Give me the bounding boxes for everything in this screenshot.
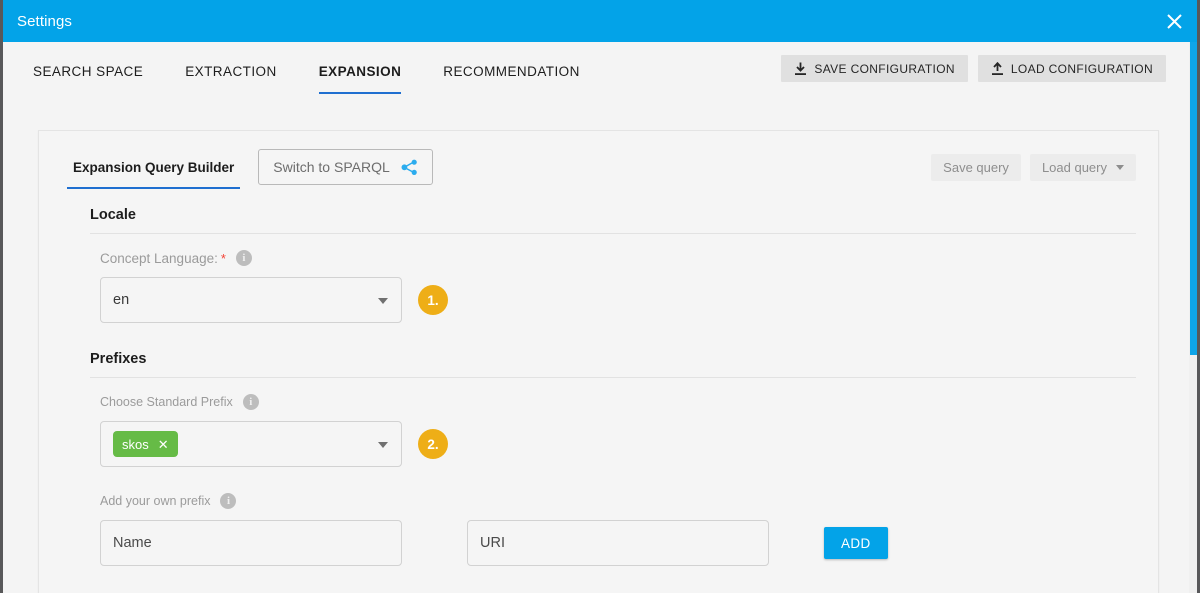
close-icon bbox=[1165, 12, 1184, 31]
concept-language-value: en bbox=[113, 292, 129, 308]
close-icon[interactable]: ✕ bbox=[158, 438, 169, 451]
step-badge-2: 2. bbox=[418, 429, 448, 459]
prefix-chip-label: skos bbox=[122, 437, 149, 452]
load-configuration-label: LOAD CONFIGURATION bbox=[1011, 62, 1153, 76]
standard-prefix-multiselect[interactable]: skos ✕ bbox=[100, 421, 402, 467]
save-configuration-button[interactable]: SAVE CONFIGURATION bbox=[781, 55, 968, 82]
chevron-down-icon bbox=[1116, 165, 1124, 170]
settings-tablist: SEARCH SPACE EXTRACTION EXPANSION RECOMM… bbox=[3, 42, 622, 100]
vertical-scrollbar-track[interactable] bbox=[1189, 42, 1197, 593]
upload-icon bbox=[991, 62, 1004, 76]
query-actions: Save query Load query bbox=[931, 154, 1136, 181]
expansion-form: Locale Concept Language: * i en 1. Prefi… bbox=[39, 193, 1158, 586]
switch-to-sparql-button[interactable]: Switch to SPARQL bbox=[258, 149, 432, 185]
info-icon[interactable]: i bbox=[220, 493, 236, 509]
vertical-scrollbar-thumb[interactable] bbox=[1190, 42, 1197, 355]
own-prefix-label: Add your own prefix bbox=[100, 494, 210, 508]
own-prefix-label-row: Add your own prefix i bbox=[57, 467, 1136, 509]
expansion-panel-card: Expansion Query Builder Switch to SPARQL… bbox=[38, 130, 1159, 593]
info-icon[interactable]: i bbox=[236, 250, 252, 266]
tab-expansion-query-builder[interactable]: Expansion Query Builder bbox=[67, 154, 240, 189]
standard-prefix-label-row: Choose Standard Prefix i bbox=[57, 378, 1136, 410]
query-builder-header: Expansion Query Builder Switch to SPARQL… bbox=[39, 131, 1158, 193]
download-icon bbox=[794, 62, 807, 76]
load-configuration-button[interactable]: LOAD CONFIGURATION bbox=[978, 55, 1166, 82]
chevron-down-icon bbox=[378, 442, 388, 448]
share-nodes-icon bbox=[401, 159, 418, 176]
prefix-chip-skos[interactable]: skos ✕ bbox=[113, 431, 178, 457]
window-title: Settings bbox=[17, 13, 72, 30]
chevron-down-icon bbox=[378, 298, 388, 304]
locale-section-title: Locale bbox=[57, 199, 1136, 233]
configuration-actions: SAVE CONFIGURATION LOAD CONFIGURATION bbox=[781, 42, 1197, 82]
close-window-button[interactable] bbox=[1151, 0, 1197, 42]
tab-recommendation[interactable]: RECOMMENDATION bbox=[443, 42, 580, 100]
save-query-label: Save query bbox=[943, 160, 1009, 175]
add-prefix-row: ADD bbox=[57, 509, 1136, 566]
required-marker: * bbox=[221, 251, 226, 266]
standard-prefix-label: Choose Standard Prefix bbox=[100, 395, 233, 409]
step-badge-1: 1. bbox=[418, 285, 448, 315]
tab-extraction[interactable]: EXTRACTION bbox=[185, 42, 277, 100]
save-configuration-label: SAVE CONFIGURATION bbox=[814, 62, 955, 76]
switch-to-sparql-label: Switch to SPARQL bbox=[273, 159, 389, 175]
tab-expansion[interactable]: EXPANSION bbox=[319, 42, 402, 100]
info-icon[interactable]: i bbox=[243, 394, 259, 410]
save-query-button[interactable]: Save query bbox=[931, 154, 1021, 181]
concept-language-select[interactable]: en bbox=[100, 277, 402, 323]
prefix-uri-input[interactable] bbox=[467, 520, 769, 566]
concept-language-row: en 1. bbox=[57, 266, 1136, 323]
concept-language-label: Concept Language: bbox=[100, 251, 218, 266]
window-title-bar: Settings bbox=[3, 0, 1197, 42]
concept-language-label-row: Concept Language: * i bbox=[57, 234, 1136, 266]
settings-window: Settings SEARCH SPACE EXTRACTION EXPANSI… bbox=[0, 0, 1200, 593]
standard-prefix-row: skos ✕ 2. bbox=[57, 410, 1136, 467]
prefix-name-input[interactable] bbox=[100, 520, 402, 566]
settings-tabbar: SEARCH SPACE EXTRACTION EXPANSION RECOMM… bbox=[3, 42, 1197, 100]
tab-search-space[interactable]: SEARCH SPACE bbox=[33, 42, 143, 100]
prefixes-section-title: Prefixes bbox=[57, 323, 1136, 377]
load-query-label: Load query bbox=[1042, 160, 1107, 175]
load-query-button[interactable]: Load query bbox=[1030, 154, 1136, 181]
add-prefix-button[interactable]: ADD bbox=[824, 527, 888, 559]
